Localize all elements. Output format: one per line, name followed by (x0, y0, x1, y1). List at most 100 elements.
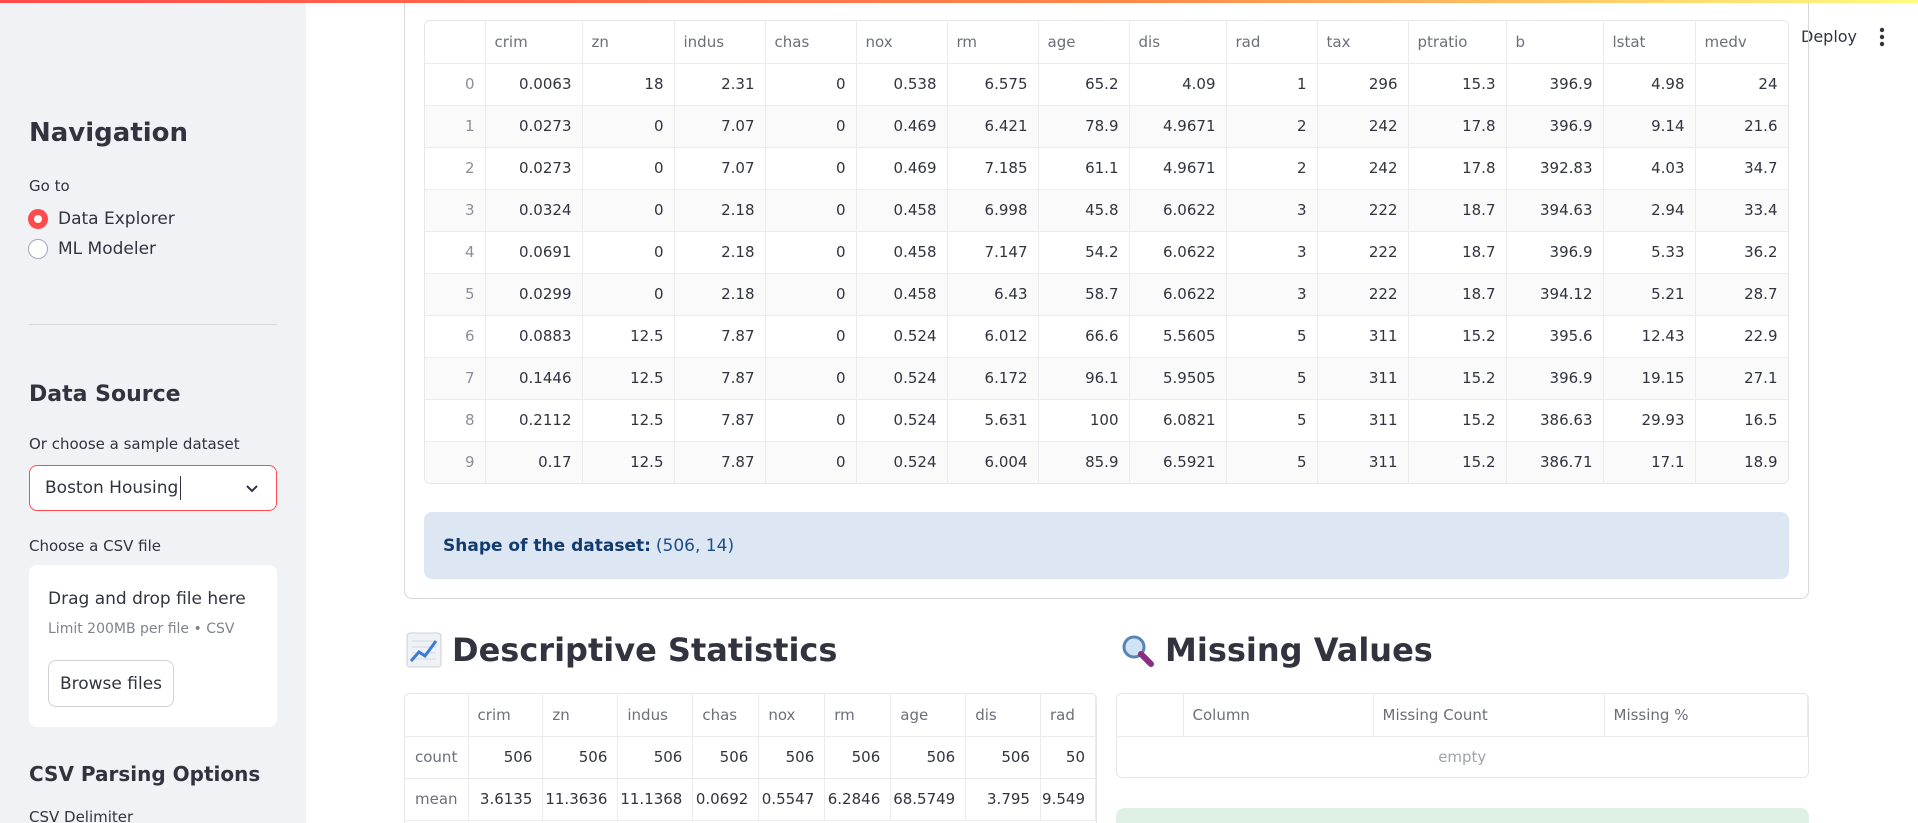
column-header[interactable]: crim (468, 694, 544, 737)
table-cell[interactable]: 0.0299 (485, 273, 583, 316)
column-header[interactable]: Missing % (1604, 694, 1808, 737)
table-cell[interactable]: 0.1446 (485, 357, 583, 400)
table-cell[interactable]: 22.9 (1695, 315, 1788, 358)
column-header[interactable]: lstat (1603, 21, 1696, 64)
table-cell[interactable]: 12.5 (582, 357, 675, 400)
table-cell[interactable]: 78.9 (1038, 105, 1130, 148)
column-header[interactable]: rad (1226, 21, 1318, 64)
table-cell[interactable]: 506 (965, 736, 1041, 779)
table-cell[interactable]: 0.458 (856, 189, 948, 232)
table-cell[interactable]: 396.9 (1506, 357, 1604, 400)
table-cell[interactable]: 311 (1317, 315, 1409, 358)
column-header[interactable] (405, 694, 469, 737)
table-cell[interactable]: 222 (1317, 189, 1409, 232)
table-cell[interactable]: 0 (765, 189, 857, 232)
table-cell[interactable]: 506 (692, 736, 760, 779)
row-index[interactable]: count (405, 736, 469, 779)
row-index[interactable]: 6 (425, 315, 486, 358)
table-cell[interactable]: 7.87 (674, 441, 766, 483)
table-cell[interactable]: 100 (1038, 399, 1130, 442)
table-cell[interactable]: 61.1 (1038, 147, 1130, 190)
table-cell[interactable]: 2.18 (674, 189, 766, 232)
table-cell[interactable]: 12.43 (1603, 315, 1696, 358)
table-cell[interactable]: 395.6 (1506, 315, 1604, 358)
row-index[interactable]: 8 (425, 399, 486, 442)
table-cell[interactable]: 54.2 (1038, 231, 1130, 274)
table-cell[interactable]: 2.18 (674, 273, 766, 316)
table-cell[interactable]: 24 (1695, 63, 1788, 106)
table-cell[interactable]: 396.9 (1506, 231, 1604, 274)
table-cell[interactable]: 506 (542, 736, 619, 779)
table-cell[interactable]: 386.63 (1506, 399, 1604, 442)
table-cell[interactable]: 0 (765, 63, 857, 106)
column-header[interactable]: Column (1183, 694, 1374, 737)
table-cell[interactable]: 7.87 (674, 399, 766, 442)
table-cell[interactable]: 4.9671 (1129, 105, 1227, 148)
table-cell[interactable]: 3.795 (965, 778, 1041, 821)
table-cell[interactable]: 2 (1226, 147, 1318, 190)
table-cell[interactable]: 506 (617, 736, 694, 779)
column-header[interactable]: indus (674, 21, 766, 64)
table-cell[interactable]: 5.5605 (1129, 315, 1227, 358)
table-cell[interactable]: 6.0622 (1129, 231, 1227, 274)
table-cell[interactable]: 0.0692 (692, 778, 760, 821)
table-cell[interactable]: 66.6 (1038, 315, 1130, 358)
browse-files-button[interactable]: Browse files (48, 660, 174, 707)
table-cell[interactable]: 6.575 (947, 63, 1039, 106)
sample-dataset-select[interactable]: Boston Housing (29, 465, 277, 511)
table-cell[interactable]: 3.6135 (468, 778, 544, 821)
table-cell[interactable]: 11.3636 (542, 778, 619, 821)
table-cell[interactable]: 85.9 (1038, 441, 1130, 483)
column-header[interactable]: zn (582, 21, 675, 64)
table-cell[interactable]: 18 (582, 63, 675, 106)
table-cell[interactable]: 2.31 (674, 63, 766, 106)
table-cell[interactable]: 6.172 (947, 357, 1039, 400)
row-index[interactable]: 7 (425, 357, 486, 400)
table-cell[interactable]: 16.5 (1695, 399, 1788, 442)
table-cell[interactable]: 45.8 (1038, 189, 1130, 232)
table-cell[interactable]: 0.0883 (485, 315, 583, 358)
table-cell[interactable]: 0 (582, 189, 675, 232)
table-cell[interactable]: 11.1368 (617, 778, 694, 821)
table-cell[interactable]: 5 (1226, 399, 1318, 442)
table-cell[interactable]: 36.2 (1695, 231, 1788, 274)
table-cell[interactable]: 0 (765, 357, 857, 400)
column-header[interactable]: zn (542, 694, 619, 737)
table-cell[interactable]: 5.9505 (1129, 357, 1227, 400)
row-index[interactable]: 2 (425, 147, 486, 190)
table-cell[interactable]: 17.1 (1603, 441, 1696, 483)
table-cell[interactable]: 96.1 (1038, 357, 1130, 400)
table-cell[interactable]: 4.09 (1129, 63, 1227, 106)
table-cell[interactable]: 15.2 (1408, 441, 1507, 483)
table-cell[interactable]: 6.5921 (1129, 441, 1227, 483)
table-cell[interactable]: 1 (1226, 63, 1318, 106)
table-cell[interactable]: 33.4 (1695, 189, 1788, 232)
table-cell[interactable]: 7.185 (947, 147, 1039, 190)
column-header[interactable]: age (1038, 21, 1130, 64)
table-cell[interactable]: 396.9 (1506, 63, 1604, 106)
table-cell[interactable]: 506 (890, 736, 967, 779)
table-cell[interactable]: 6.0622 (1129, 273, 1227, 316)
table-cell[interactable]: 296 (1317, 63, 1409, 106)
table-cell[interactable]: 7.87 (674, 357, 766, 400)
table-cell[interactable]: 12.5 (582, 315, 675, 358)
table-cell[interactable]: 0.469 (856, 105, 948, 148)
table-cell[interactable]: 9.549 (1040, 778, 1096, 821)
radio-data-explorer[interactable]: Data Explorer (28, 209, 175, 229)
table-cell[interactable]: 0 (582, 105, 675, 148)
table-cell[interactable]: 396.9 (1506, 105, 1604, 148)
table-cell[interactable]: 19.15 (1603, 357, 1696, 400)
table-cell[interactable]: 4.98 (1603, 63, 1696, 106)
table-cell[interactable]: 5.21 (1603, 273, 1696, 316)
table-cell[interactable]: 28.7 (1695, 273, 1788, 316)
table-cell[interactable]: 9.14 (1603, 105, 1696, 148)
table-cell[interactable]: 0.5547 (758, 778, 826, 821)
table-cell[interactable]: 17.8 (1408, 105, 1507, 148)
table-cell[interactable]: 4.9671 (1129, 147, 1227, 190)
table-cell[interactable]: 0 (765, 147, 857, 190)
table-cell[interactable]: 506 (824, 736, 892, 779)
table-cell[interactable]: 7.87 (674, 315, 766, 358)
table-cell[interactable]: 0.524 (856, 315, 948, 358)
file-dropzone[interactable]: Drag and drop file here Limit 200MB per … (29, 565, 277, 727)
table-cell[interactable]: 222 (1317, 231, 1409, 274)
